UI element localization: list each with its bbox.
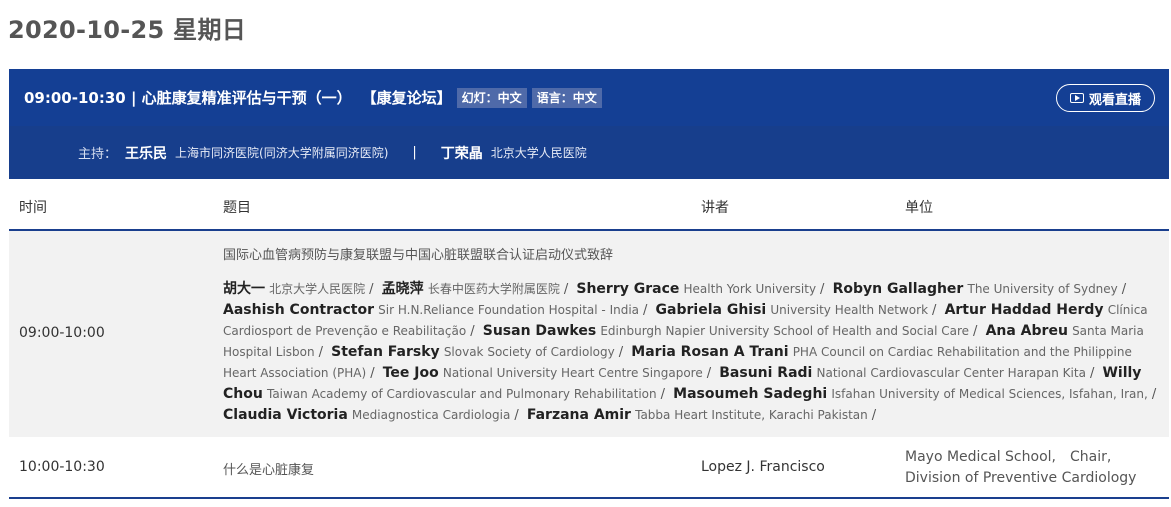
speaker-separator: / [563, 282, 569, 297]
table-header: 时间 题目 讲者 单位 [9, 179, 1169, 231]
speaker-list: 胡大一 北京大学人民医院 / 孟晓萍 长春中医药大学附属医院 / Sherry Gr… [223, 279, 1163, 426]
speaker-name: Claudia Victoria [223, 407, 348, 423]
table-row: 10:00-10:30 什么是心脏康复 Lopez J. Francisco M… [9, 437, 1169, 499]
speaker-separator: / [470, 324, 475, 339]
date-heading: 2020-10-25 星期日 [8, 16, 247, 44]
row-speaker: Lopez J. Francisco [701, 459, 825, 475]
host-org: 北京大学人民医院 [490, 146, 587, 160]
host-bar: 主持： 王乐民 上海市同济医院(同济大学附属同济医院) | 丁荣晶 北京大学人民… [9, 126, 1169, 179]
speaker-separator: / [369, 282, 374, 297]
row-topic: 国际心血管病预防与康复联盟与中国心脏联盟联合认证启动仪式致辞 [223, 248, 614, 263]
speaker-separator: / [318, 345, 324, 360]
row-time: 09:00-10:00 [19, 325, 105, 341]
speaker-separator: / [1121, 282, 1127, 297]
speech-language-tag: 语言：中文 [531, 87, 602, 108]
speaker-separator: / [973, 324, 978, 339]
speaker-org: Slovak Society of Cardiology [443, 345, 615, 359]
host-org: 上海市同济医院(同济大学附属同济医院) [175, 146, 389, 160]
speaker-name: Farzana Amir [526, 407, 631, 423]
speaker-separator: / [1089, 366, 1095, 381]
speaker-org: The University of Sydney [967, 282, 1118, 296]
host-name: 王乐民 [125, 145, 168, 162]
speaker-name: Robyn Gallagher [832, 281, 964, 297]
video-play-icon [1069, 93, 1084, 103]
speaker-name: Gabriela Ghisi [655, 302, 767, 318]
speaker-org: Health York University [683, 282, 817, 296]
speaker-name: Stefan Farsky [331, 344, 440, 360]
speaker-name: Masoumeh Sadeghi [673, 386, 828, 402]
watch-live-label: 观看直播 [1088, 92, 1141, 108]
speaker-org: 长春中医药大学附属医院 [427, 282, 560, 296]
host-label: 主持： [78, 147, 118, 162]
speaker-org: National Cardiovascular Center Harapan K… [816, 366, 1086, 380]
speaker-separator: / [1151, 387, 1157, 402]
slides-language-tag: 幻灯：中文 [456, 87, 527, 108]
speaker-separator: / [643, 303, 648, 318]
row-unit: Mayo Medical School, Chair, Division of … [905, 449, 1137, 486]
session-time-title: 09:00-10:30 | 心脏康复精准评估与干预（一） [24, 89, 352, 107]
column-header-unit: 单位 [905, 200, 933, 216]
speaker-name: Basuni Radi [719, 365, 813, 381]
speaker-name: 胡大一 [223, 281, 265, 297]
speaker-org: Tabba Heart Institute, Karachi Pakistan [635, 408, 868, 422]
speaker-separator: / [618, 345, 624, 360]
speaker-org: National University Heart Centre Singapo… [442, 366, 703, 380]
speaker-org: 北京大学人民医院 [269, 282, 366, 296]
speaker-separator: / [820, 282, 825, 297]
speaker-separator: / [932, 303, 937, 318]
speaker-name: Tee Joo [382, 365, 439, 381]
speaker-name: 孟晓萍 [381, 281, 424, 297]
speaker-org: Mediagnostica Cardiologia [351, 408, 511, 422]
speaker-name: Sherry Grace [576, 281, 680, 297]
session-header: 09:00-10:30 | 心脏康复精准评估与干预（一） 【康复论坛】 幻灯：中… [9, 69, 1169, 126]
speaker-name: Artur Haddad Herdy [944, 302, 1104, 318]
forum-label: 【康复论坛】 [361, 89, 452, 107]
session-title: 09:00-10:30 | 心脏康复精准评估与干预（一） 【康复论坛】 幻灯：中… [24, 87, 602, 108]
speaker-name: Ana Abreu [985, 323, 1068, 339]
host-name: 丁荣晶 [440, 145, 483, 162]
speaker-org: Taiwan Academy of Cardiovascular and Pul… [266, 387, 657, 401]
speaker-org: Isfahan University of Medical Sciences, … [831, 387, 1148, 401]
table-row: 09:00-10:00 国际心血管病预防与康复联盟与中国心脏联盟联合认证启动仪式… [9, 231, 1169, 437]
speaker-separator: / [871, 408, 877, 423]
column-header-time: 时间 [19, 200, 47, 216]
speaker-name: Aashish Contractor [223, 302, 374, 318]
speaker-name: Maria Rosan A Trani [631, 344, 789, 360]
speaker-separator: / [706, 366, 712, 381]
speaker-org: Edinburgh Napier University School of He… [600, 324, 970, 338]
column-header-speaker: 讲者 [701, 200, 729, 216]
column-header-topic: 题目 [223, 200, 251, 216]
speaker-separator: / [660, 387, 666, 402]
row-time: 10:00-10:30 [19, 459, 105, 475]
speaker-separator: / [514, 408, 519, 423]
speaker-separator: / [370, 366, 375, 381]
speaker-org: University Health Network [770, 303, 929, 317]
row-topic: 什么是心脏康复 [223, 463, 315, 478]
speaker-name: Susan Dawkes [482, 323, 597, 339]
host-separator: | [412, 145, 417, 160]
watch-live-button[interactable]: 观看直播 [1056, 84, 1155, 112]
speaker-org: Sir H.N.Reliance Foundation Hospital - I… [378, 303, 640, 317]
